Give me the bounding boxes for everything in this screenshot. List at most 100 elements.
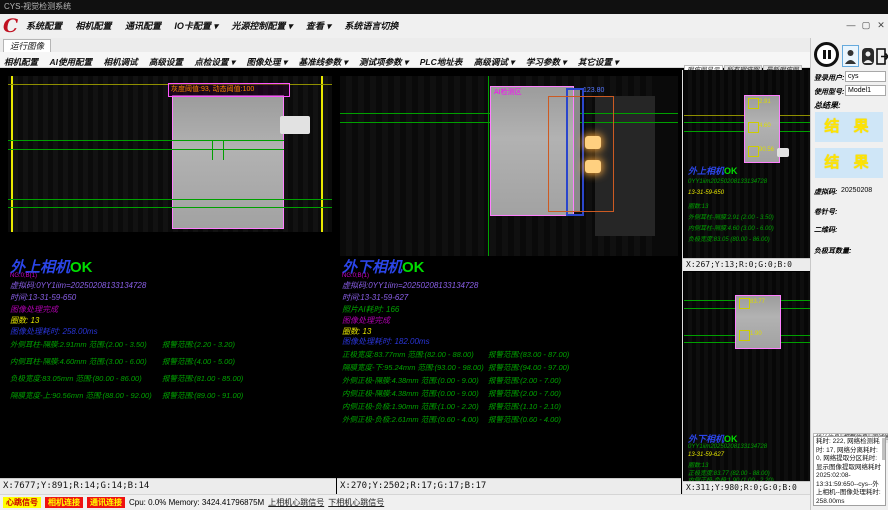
overlay-green-line [8, 199, 332, 200]
measure-value: 隔膜宽度-下:95.24mm 范围:(93.00 - 98.00) [342, 362, 488, 373]
thumb-line: 内侧耳柱-隔膜:4.60 (3.00 - 6.00) [688, 223, 774, 232]
measure-value: 外侧正极-负极:2.61mm 范围:(0.60 - 4.00) [342, 414, 488, 425]
maximize-icon[interactable]: ▢ [859, 18, 873, 32]
blue-measure-label: 123.80 [583, 87, 604, 94]
close-icon[interactable]: ✕ [874, 18, 888, 32]
measure-value: 隔膜宽度-上:90.56mm 范围:(88.00 - 92.00) [10, 390, 162, 401]
thumb-line: 0YY1iim20250208133134728 [688, 179, 767, 185]
yellow-measure-label: 1.90 [750, 331, 762, 337]
measure-row: 负极宽度:83.05mm 范围:(80.00 - 86.00) 报警范围:(81… [10, 373, 243, 384]
connector-tab [777, 148, 789, 157]
login-user-button[interactable] [842, 45, 859, 67]
overlay-yellow-box [739, 298, 750, 309]
tab-run-image[interactable]: 运行图像 [3, 39, 51, 53]
overlay-green-line [8, 140, 284, 141]
left-barcode: 虚拟码:0YY1iim=20250208133134728 [10, 280, 146, 291]
threshold-label: 灰度阈值:93, 动态阈值:100 [169, 84, 289, 95]
result-badge-top: 结 果 [815, 112, 883, 142]
alarm-range: 报警范围:(89.00 - 91.00) [162, 390, 243, 401]
menu-light-control-config[interactable]: 光源控制配置 ▾ [231, 14, 292, 38]
mid-coord-bar: X:270;Y:2502;R:17;G:17;B:17 [337, 478, 681, 494]
menu-language-switch[interactable]: 系统语言切换 [344, 14, 398, 38]
result-badge-bottom: 结 果 [815, 148, 883, 178]
measure-row: 内侧正极-负极:1.90mm 范围:(1.00 - 2.20) 报警范围:(1.… [342, 401, 561, 412]
overlay-yellow-box [748, 122, 759, 133]
left-elapsed: 图像处理耗时: 258.00ms [10, 326, 98, 337]
left-camera-image[interactable]: 灰度阈值:93, 动态阈值:100 [8, 76, 332, 232]
login-user-label: 登录用户: [814, 73, 844, 83]
minimize-icon[interactable]: — [844, 18, 858, 32]
heartbeat-badge: 心跳信号 [3, 497, 41, 508]
overlay-green-line [8, 149, 284, 150]
tab-row: 运行图像 [0, 38, 810, 53]
cpu-memory-text: Cpu: 0.0% Memory: 3424.41796875M [129, 498, 264, 507]
login-user-field[interactable]: cys [845, 71, 886, 82]
virtual-code-value: 20250208 [841, 187, 872, 194]
lower-camera-heartbeat-link[interactable]: 下相机心跳信号 [328, 497, 384, 508]
mid-ai-time: 照片AI耗时: 166 [342, 304, 399, 315]
alarm-range: 报警范围:(83.00 - 87.00) [488, 349, 569, 360]
main-area: 灰度阈值:93, 动态阈值:100 外上相机OK NG:0;B(1) 虚拟码:0… [0, 68, 810, 494]
glow-element [585, 160, 601, 173]
yellow-measure-label: 4.60 [759, 123, 771, 129]
window-title: CYS-视觉检测系统 [4, 2, 71, 11]
vertical-separator [682, 70, 683, 494]
alarm-range: 报警范围:(2.20 - 3.20) [162, 339, 235, 350]
yellow-measure-label: 2.91 [759, 99, 771, 105]
thumb-line: 外侧耳柱-隔膜:2.91 (2.00 - 3.50) [688, 212, 774, 221]
menu-system-config[interactable]: 系统配置 [26, 14, 62, 38]
menu-comm-config[interactable]: 通讯配置 [125, 14, 161, 38]
mid-barcode: 虚拟码:0YY1iim=20250208133134728 [342, 280, 478, 291]
thumb-line: 13-31-59-627 [688, 452, 724, 458]
machine-block [655, 76, 678, 256]
model-field[interactable]: Model1 [845, 85, 886, 96]
thumb-bottom-image[interactable]: 83.77 1.90 外下相机OK 0YY1iim202502081331347… [684, 272, 810, 481]
menu-bar: C 系统配置 相机配置 通讯配置 IO卡配置 ▾ 光源控制配置 ▾ 查看 ▾ 系… [0, 14, 888, 39]
mid-camera-image[interactable]: AI检测区 123.80 [340, 76, 678, 256]
pause-button[interactable] [814, 42, 839, 67]
user-dark-button[interactable] [862, 48, 874, 65]
alarm-range: 报警范围:(2.00 - 7.00) [488, 388, 561, 399]
left-time: 时间:13-31-59-650 [10, 292, 76, 303]
log-scrollbar[interactable] [882, 438, 885, 460]
measure-row: 内侧正极-隔膜:4.38mm 范围:(0.00 - 9.00) 报警范围:(2.… [342, 388, 561, 399]
measure-value: 内侧正极-负极:1.90mm 范围:(1.00 - 2.20) [342, 401, 488, 412]
thumb-top-image[interactable]: 2.91 4.60 90.56 外上相机OK 0YY1iim2025020813… [684, 70, 810, 258]
overlay-orange-box [548, 96, 614, 212]
pin-number-label: 卷针号: [814, 207, 837, 217]
left-status-ok: OK [70, 259, 93, 276]
overlay-yellow-line [321, 76, 323, 232]
mid-ng-line: NG:0;B(1) [342, 273, 369, 279]
exit-button[interactable] [876, 47, 888, 66]
left-turns: 圈数: 13 [10, 315, 39, 326]
measure-value: 负极宽度:83.05mm 范围:(80.00 - 86.00) [10, 373, 162, 384]
app-window: CYS-视觉检测系统 C 系统配置 相机配置 通讯配置 IO卡配置 ▾ 光源控制… [0, 0, 888, 522]
measure-row: 外侧正极-负极:2.61mm 范围:(0.60 - 4.00) 报警范围:(0.… [342, 414, 561, 425]
thumb-bottom-coord-bar: X:311;Y:980;R:0;G:0;B:0 [683, 481, 810, 494]
alarm-range: 报警范围:(0.60 - 4.00) [488, 414, 561, 425]
thumb-line: 圈数:13 [688, 201, 708, 210]
alarm-range: 报警范围:(94.00 - 97.00) [488, 362, 569, 373]
right-panel: 登录用户: cys 使用型号: Model1 总结果: 结 果 结 果 虚拟码:… [810, 38, 888, 510]
yellow-measure-label: 90.56 [759, 147, 774, 153]
mid-elapsed: 图像处理耗时: 182.00ms [342, 336, 430, 347]
menu-view[interactable]: 查看 ▾ [306, 14, 331, 38]
overlay-green-tick [212, 140, 213, 160]
camera-connect-badge: 相机连接 [45, 497, 83, 508]
total-result-label: 总结果: [814, 100, 841, 111]
menu-items: 系统配置 相机配置 通讯配置 IO卡配置 ▾ 光源控制配置 ▾ 查看 ▾ 系统语… [26, 14, 407, 38]
measure-row: 隔膜宽度-下:95.24mm 范围:(93.00 - 98.00) 报警范围:(… [342, 362, 569, 373]
ai-region-label: AI检测区 [494, 87, 522, 97]
menu-io-card-config[interactable]: IO卡配置 ▾ [174, 14, 218, 38]
thumb-title: 外上相机OK [688, 164, 738, 177]
virtual-code-label: 虚拟码: [814, 187, 837, 197]
connector-tab [280, 116, 310, 134]
menu-camera-config[interactable]: 相机配置 [75, 14, 111, 38]
overlay-yellow-box [748, 146, 759, 157]
log-textarea[interactable]: 耗时: 222, 网络检测耗时: 17, 网络分离耗时: 0, 网络提取分区耗时… [813, 436, 886, 506]
glow-element [585, 136, 601, 149]
upper-camera-heartbeat-link[interactable]: 上相机心跳信号 [268, 497, 324, 508]
measure-value: 内侧耳柱-隔膜:4.60mm 范围:(3.00 - 6.00) [10, 356, 162, 367]
left-done: 图像处理完成 [10, 304, 58, 315]
title-bar: CYS-视觉检测系统 [0, 0, 888, 14]
